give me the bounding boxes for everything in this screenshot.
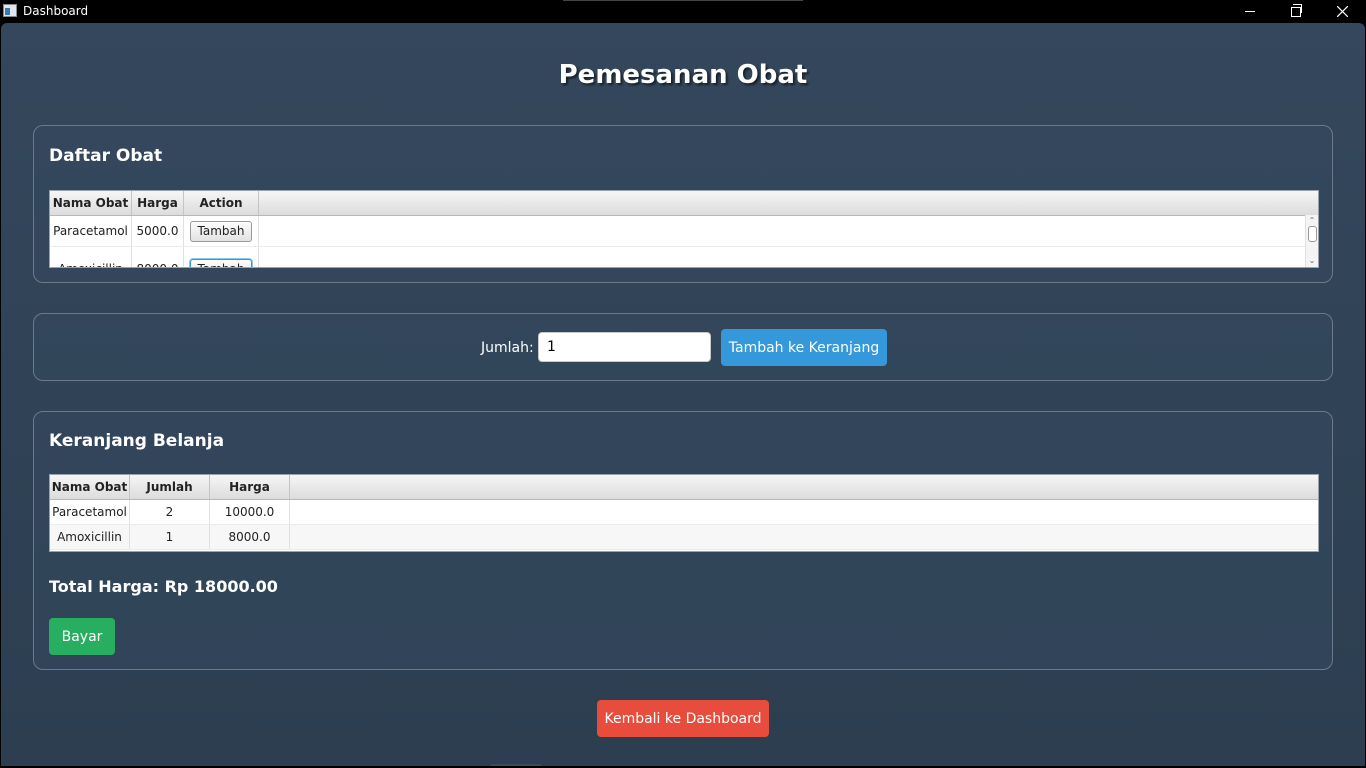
keranjang-table: Nama Obat Jumlah Harga Paracetamol 2 100… <box>49 474 1319 552</box>
cell-filler <box>259 216 1318 246</box>
cell-harga: 5000.0 <box>132 216 184 246</box>
cell-nama-obat: Paracetamol <box>50 500 130 524</box>
cell-filler <box>259 247 1318 267</box>
daftar-obat-table: Nama Obat Harga Action Paracetamol 5000.… <box>49 190 1319 268</box>
maximize-icon <box>1291 3 1302 17</box>
table-header: Nama Obat Jumlah Harga <box>50 475 1318 500</box>
cell-jumlah: 1 <box>130 525 210 549</box>
column-header-nama-obat[interactable]: Nama Obat <box>50 191 132 215</box>
window-title: Dashboard <box>23 4 89 18</box>
tambah-button[interactable]: Tambah <box>189 220 253 242</box>
jumlah-panel: Jumlah: Tambah ke Keranjang <box>33 313 1333 381</box>
table-row[interactable]: Amoxicillin 1 8000.0 <box>50 525 1318 550</box>
kembali-ke-dashboard-button[interactable]: Kembali ke Dashboard <box>597 700 769 737</box>
bayar-button[interactable]: Bayar <box>49 618 115 655</box>
table-row[interactable]: Amoxicillin 8000.0 Tambah <box>50 247 1318 267</box>
maximize-button[interactable] <box>1273 0 1319 23</box>
cell-action: Tambah <box>184 216 259 246</box>
jumlah-input[interactable] <box>538 332 711 362</box>
minimize-icon <box>1245 11 1255 12</box>
cell-jumlah: 2 <box>130 500 210 524</box>
app-content: Pemesanan Obat Daftar Obat Nama Obat Har… <box>1 23 1365 766</box>
titlebar-drag-area <box>563 0 803 1</box>
close-button[interactable] <box>1319 0 1365 23</box>
cell-harga: 10000.0 <box>210 500 290 524</box>
scroll-up-icon[interactable]: ⌃ <box>1308 217 1316 225</box>
column-header-harga[interactable]: Harga <box>210 475 290 499</box>
column-header-jumlah[interactable]: Jumlah <box>130 475 210 499</box>
table-header: Nama Obat Harga Action <box>50 191 1318 216</box>
cell-harga: 8000.0 <box>210 525 290 549</box>
cell-nama-obat: Paracetamol <box>50 216 132 246</box>
close-icon <box>1336 6 1348 17</box>
total-harga-label: Total Harga: Rp 18000.00 <box>49 577 278 596</box>
keranjang-title: Keranjang Belanja <box>49 431 225 451</box>
scroll-thumb[interactable] <box>1308 226 1317 242</box>
bottom-edge <box>491 764 541 766</box>
column-header-filler <box>290 475 1318 499</box>
cell-harga: 8000.0 <box>132 247 184 267</box>
page-title: Pemesanan Obat <box>558 60 808 90</box>
table-row[interactable]: Paracetamol 2 10000.0 <box>50 500 1318 525</box>
cell-filler <box>290 525 1318 549</box>
cell-nama-obat: Amoxicillin <box>50 247 132 267</box>
scroll-down-icon[interactable]: ⌄ <box>1308 257 1316 265</box>
column-header-harga[interactable]: Harga <box>132 191 184 215</box>
column-header-action[interactable]: Action <box>184 191 259 215</box>
column-header-filler <box>259 191 1318 215</box>
jumlah-label: Jumlah: <box>481 340 534 356</box>
vertical-scrollbar[interactable]: ⌃ ⌄ <box>1305 215 1318 267</box>
cell-nama-obat: Amoxicillin <box>50 525 130 549</box>
cell-action: Tambah <box>184 247 259 267</box>
table-row[interactable]: Paracetamol 5000.0 Tambah <box>50 216 1318 247</box>
tambah-ke-keranjang-button[interactable]: Tambah ke Keranjang <box>721 329 887 366</box>
daftar-obat-panel: Daftar Obat Nama Obat Harga Action Parac… <box>33 125 1333 283</box>
daftar-obat-title: Daftar Obat <box>49 146 163 166</box>
cell-filler <box>290 500 1318 524</box>
keranjang-panel: Keranjang Belanja Nama Obat Jumlah Harga… <box>33 411 1333 670</box>
window-titlebar: Dashboard <box>0 0 1366 23</box>
minimize-button[interactable] <box>1227 0 1273 23</box>
column-header-nama-obat[interactable]: Nama Obat <box>50 475 130 499</box>
app-icon <box>3 4 17 17</box>
tambah-button[interactable]: Tambah <box>189 258 253 267</box>
